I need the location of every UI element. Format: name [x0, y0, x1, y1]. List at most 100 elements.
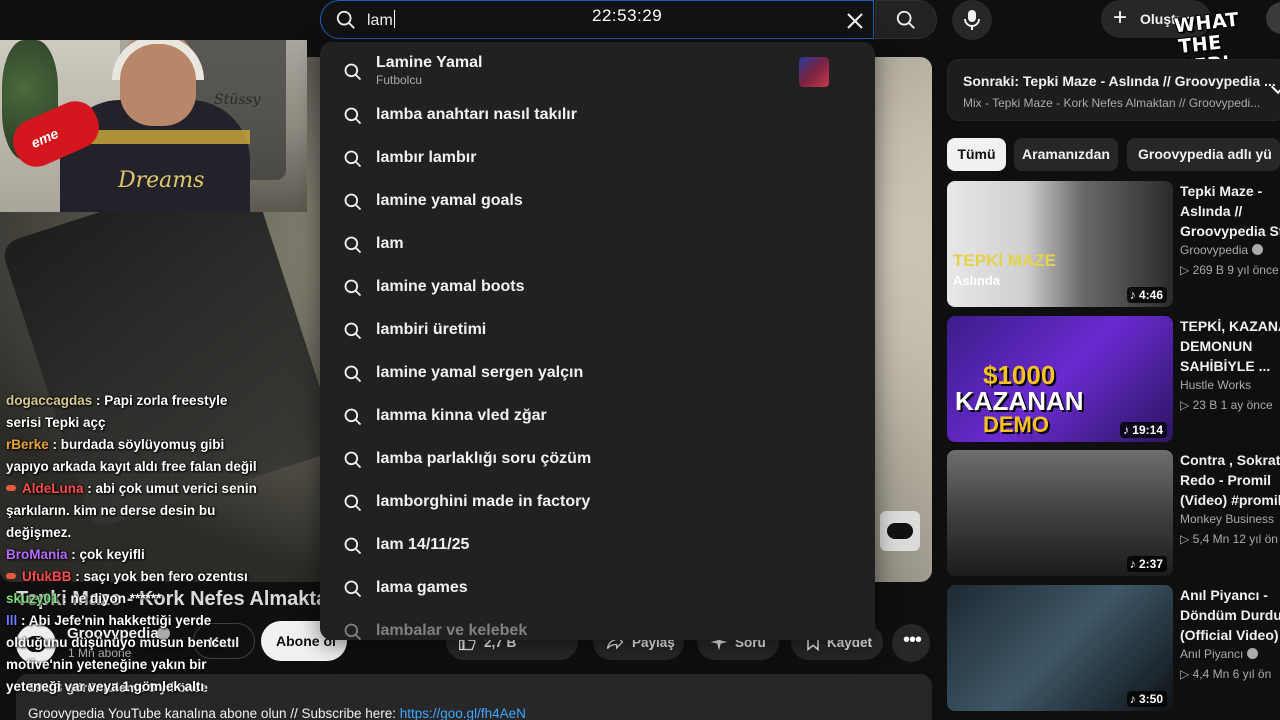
chat-text: Abi Jefe'nin hakkettiği yerde olduğunu d…: [6, 613, 227, 694]
recommendation-thumbnail[interactable]: TEPKİ MAZE Aslında ♪ 4:46: [947, 181, 1173, 307]
suggestion-item[interactable]: lamba anahtarı nasıl takılır: [320, 94, 875, 137]
suggestion-item[interactable]: lamba parlaklığı soru çözüm: [320, 438, 875, 481]
recommendation-title[interactable]: TEPKİ, KAZANAN DEMONUN SAHİBİYLE ...: [1180, 316, 1280, 376]
chip-all[interactable]: Tümü: [947, 138, 1006, 171]
search-button[interactable]: [875, 0, 937, 39]
channel-name-text: Groovypedia: [1180, 243, 1249, 257]
suggestion-text: lam 14/11/25: [376, 536, 470, 553]
age-value: 12 yıl ön: [1232, 532, 1278, 546]
miniplayer-toggle[interactable]: [880, 511, 920, 551]
suggestion-item[interactable]: lamma kinna vled zğar: [320, 395, 875, 438]
recommendation-title[interactable]: Contra , Sokrat S Redo - Promil (Video) #p…: [1180, 450, 1280, 510]
views-value: 5,4 Mn: [1192, 532, 1230, 546]
recommendation-thumbnail[interactable]: ♪ 2:37: [947, 450, 1173, 576]
suggestion-item[interactable]: lam: [320, 223, 875, 266]
title-line: Anıl Piyancı -: [1180, 587, 1268, 603]
chat-username: dogaccagdas: [6, 393, 93, 408]
clear-search-icon[interactable]: [843, 9, 867, 33]
search-icon: [343, 364, 363, 389]
verified-icon: [1252, 244, 1264, 255]
chip-channel[interactable]: Groovypedia adlı yü: [1127, 138, 1280, 171]
recommendation-views: ▷ 269 B 9 yıl önce: [1180, 263, 1279, 277]
duration-value: 2:37: [1138, 557, 1163, 571]
chat-username: skuzy01: [6, 591, 59, 606]
video-duration: ♪ 19:14: [1119, 422, 1167, 438]
chat-badge-icon: [6, 485, 16, 491]
suggestion-item[interactable]: lambalar ve kelebek: [320, 610, 875, 640]
chip-from-search[interactable]: Aramanızdan: [1014, 138, 1118, 171]
recommendation-channel[interactable]: Monkey Business: [1180, 512, 1274, 526]
chat-text: çok keyifli: [79, 547, 145, 562]
search-icon: [343, 149, 363, 174]
chat-username: rBerke: [6, 437, 49, 452]
title-line: Döndüm Durdum: [1180, 607, 1280, 623]
suggestion-thumbnail: [799, 57, 829, 87]
title-line: SAHİBİYLE ...: [1180, 358, 1271, 374]
suggestion-item[interactable]: lambır lambır: [320, 137, 875, 180]
description-text: Groovypedia YouTube kanalına abone olun …: [28, 706, 400, 720]
thumbnail-text: DEMO: [983, 412, 1049, 437]
recommendation-views: ▷ 23 B 1 ay önce: [1180, 398, 1273, 412]
play-icon: ▷: [1180, 263, 1193, 277]
chat-username: AldeLuna: [22, 481, 84, 496]
title-line: Redo - Promil: [1180, 472, 1272, 488]
voice-search-button[interactable]: [952, 0, 992, 40]
chat-username: lll: [6, 613, 18, 628]
up-next-panel[interactable]: Sonraki: Tepki Maze - Aslında // Groovyp…: [947, 59, 1280, 121]
suggestion-text: lambalar ve kelebek: [376, 622, 528, 639]
chat-message: UfukBB : saçı yok ben fero ozentısı: [0, 566, 265, 588]
views-value: 269 B: [1192, 263, 1224, 277]
suggestion-item[interactable]: Lamine Yamal Futbolcu: [320, 42, 875, 94]
recommendation-channel[interactable]: Anıl Piyancı: [1180, 647, 1259, 661]
suggestion-item[interactable]: lam 14/11/25: [320, 524, 875, 567]
chat-text: saçı yok ben fero ozentısı: [83, 569, 248, 584]
suggestion-text: lambiri üretimi: [376, 321, 487, 338]
description-line: Groovypedia YouTube kanalına abone olun …: [28, 706, 526, 720]
recommendation-thumbnail[interactable]: $1000 KAZANAN DEMO ♪ 19:14: [947, 316, 1173, 442]
suggestion-text: lama games: [376, 579, 468, 596]
suggestion-item[interactable]: lamborghini made in factory: [320, 481, 875, 524]
search-suggestions: Lamine Yamal Futbolcu lamba anahtarı nasıl…: [320, 42, 875, 640]
recommendation-channel[interactable]: Hustle Works: [1180, 378, 1251, 392]
video-duration: ♪ 4:46: [1126, 287, 1167, 303]
search-icon: [343, 407, 363, 432]
search-icon: [343, 579, 363, 604]
search-icon: [343, 493, 363, 518]
search-icon: [896, 10, 915, 29]
thumbnail-text: TEPKİ MAZE: [953, 251, 1056, 270]
duration-value: 3:50: [1138, 692, 1163, 706]
microphone-icon: [964, 10, 980, 30]
suggestion-subtitle: Futbolcu: [376, 73, 423, 87]
suggestion-item[interactable]: lama games: [320, 567, 875, 610]
recommendation-card[interactable]: TEPKİ MAZE Aslında ♪ 4:46 Tepki Maze - Aslın…: [947, 181, 1280, 307]
title-line: (Video) #promil: [1180, 492, 1280, 508]
video-duration: ♪ 2:37: [1126, 556, 1167, 572]
title-line: (Official Video): [1180, 627, 1279, 643]
search-icon: [343, 321, 363, 346]
thumbnail-text: Aslında: [953, 273, 1000, 288]
suggestion-text: lamba anahtarı nasıl takılır: [376, 106, 577, 123]
recommendation-thumbnail[interactable]: ♪ 3:50: [947, 585, 1173, 711]
search-query: lam: [367, 10, 395, 29]
title-line: DEMONUN: [1180, 338, 1253, 354]
recommendation-card[interactable]: ♪ 2:37 Contra , Sokrat S Redo - Promil (Vid…: [947, 450, 1280, 576]
recommendation-title[interactable]: Tepki Maze - Aslında // Groovypedia Stu: [1180, 181, 1280, 241]
account-avatar[interactable]: [1266, 2, 1280, 34]
suggestion-item[interactable]: lamine yamal goals: [320, 180, 875, 223]
more-actions-button[interactable]: •••: [892, 624, 930, 662]
suggestion-text: lam: [376, 235, 404, 252]
suggestion-item[interactable]: lambiri üretimi: [320, 309, 875, 352]
recommendation-card[interactable]: $1000KAZANANDEMO♪ 19:14TEPKİ, KAZANANDEM…: [947, 316, 1280, 442]
recommendation-card[interactable]: ♪ 3:50 Anıl Piyancı - Döndüm Durdum (Offici…: [947, 585, 1280, 711]
description-link[interactable]: https://goo.gl/fh4AeN: [400, 706, 526, 720]
clock-overlay: 22:53:29: [592, 6, 663, 25]
title-line: Aslında //: [1180, 203, 1243, 219]
suggestion-item[interactable]: lamine yamal boots: [320, 266, 875, 309]
recommendation-channel[interactable]: Groovypedia: [1180, 243, 1264, 257]
title-line: Contra , Sokrat S: [1180, 452, 1280, 468]
suggestion-text: lambır lambır: [376, 149, 477, 166]
recommendation-title[interactable]: Anıl Piyancı - Döndüm Durdum (Official Vid…: [1180, 585, 1280, 645]
age-value: 1 ay önce: [1220, 398, 1273, 412]
plus-icon: +: [1113, 4, 1128, 31]
suggestion-item[interactable]: lamine yamal sergen yalçın: [320, 352, 875, 395]
